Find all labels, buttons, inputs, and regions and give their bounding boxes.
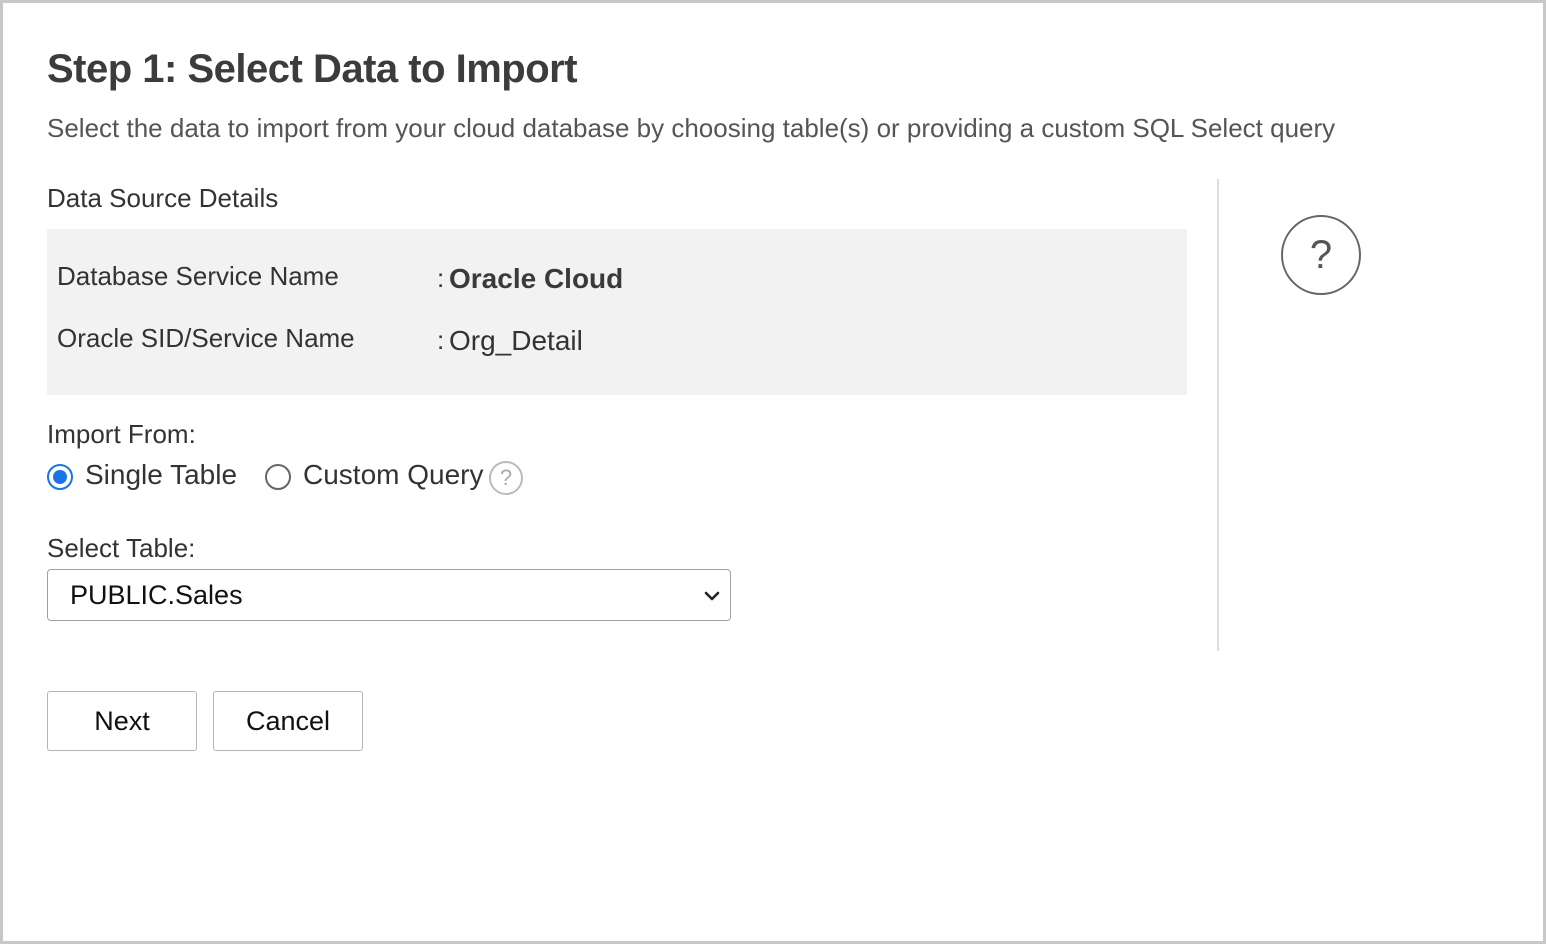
import-from-options: Single Table Custom Query ? — [47, 459, 747, 495]
detail-row-sid: Oracle SID/Service Name : Org_Detail — [57, 323, 1177, 363]
detail-label: Database Service Name — [57, 261, 339, 291]
import-from-label: Import From: — [47, 419, 196, 449]
single-table-radio[interactable] — [47, 464, 73, 490]
detail-separator: : — [437, 263, 445, 293]
select-table-label: Select Table: — [47, 533, 196, 563]
data-source-details-panel: Database Service Name : Oracle Cloud Ora… — [47, 229, 1187, 395]
next-button[interactable]: Next — [47, 691, 197, 751]
custom-query-help-icon[interactable]: ? — [489, 461, 523, 495]
detail-value: Org_Detail — [449, 325, 583, 356]
detail-value: Oracle Cloud — [449, 263, 624, 294]
detail-label: Oracle SID/Service Name — [57, 323, 355, 353]
data-source-section-title: Data Source Details — [47, 183, 279, 213]
custom-query-radio[interactable] — [265, 464, 291, 490]
page-subtitle: Select the data to import from your clou… — [47, 113, 1336, 143]
page-title: Step 1: Select Data to Import — [47, 47, 578, 91]
vertical-divider — [1217, 179, 1219, 651]
dialog-frame: Step 1: Select Data to Import Select the… — [0, 0, 1546, 944]
chevron-down-icon — [704, 591, 720, 601]
single-table-label[interactable]: Single Table — [85, 459, 237, 491]
help-icon[interactable]: ? — [1281, 215, 1361, 295]
select-table-value: PUBLIC.Sales — [70, 580, 243, 610]
detail-row-service-name: Database Service Name : Oracle Cloud — [57, 261, 1177, 301]
select-table-dropdown[interactable]: PUBLIC.Sales — [47, 569, 731, 621]
detail-separator: : — [437, 325, 445, 355]
cancel-button[interactable]: Cancel — [213, 691, 363, 751]
custom-query-label[interactable]: Custom Query — [303, 459, 484, 491]
